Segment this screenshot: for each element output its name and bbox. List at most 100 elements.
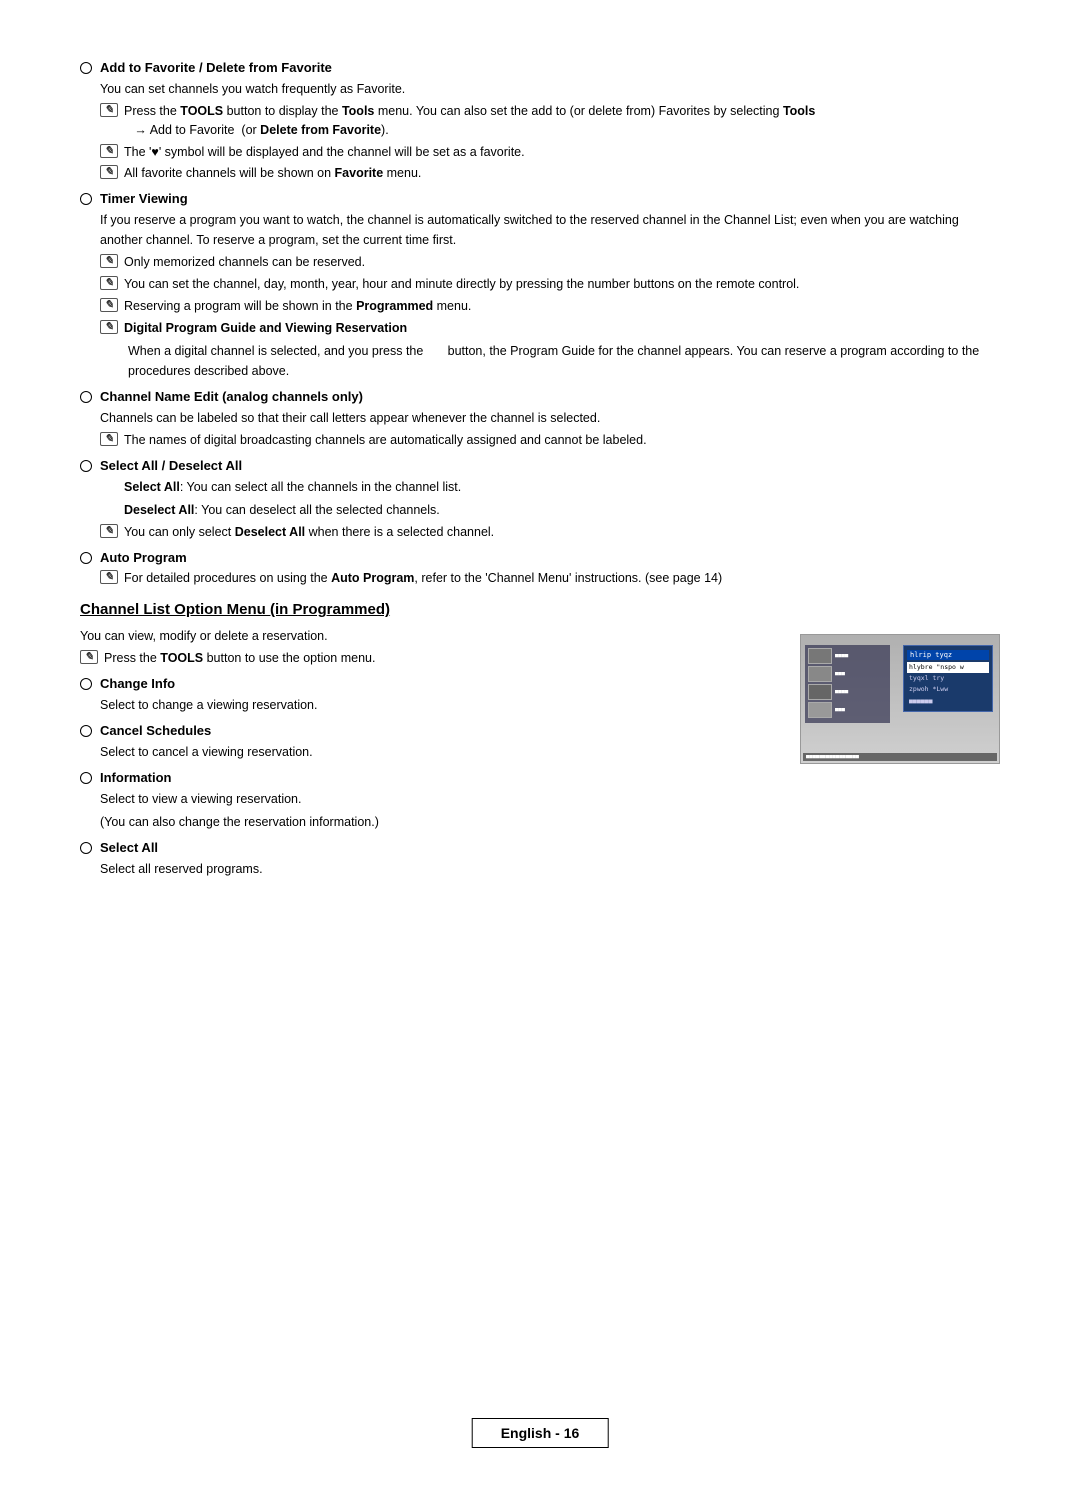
- tv-screenshot: ■■■■ ■■■ ■■■■: [800, 634, 1000, 764]
- add-favorite-note-1: ✎ The '♥' symbol will be displayed and t…: [100, 143, 1000, 162]
- lp-row-0: ■■■■: [808, 648, 887, 664]
- add-favorite-title: Add to Favorite / Delete from Favorite: [100, 60, 332, 75]
- channel-list-left: You can view, modify or delete a reserva…: [80, 626, 780, 887]
- note-icon-tv1: ✎: [100, 276, 118, 290]
- sub-cancel-schedules: Cancel Schedules Select to cancel a view…: [80, 723, 780, 762]
- footer-page-label: English - 16: [472, 1418, 609, 1448]
- lp-row-2: ■■■■: [808, 684, 887, 700]
- bullet-circle-icon-ap: [80, 552, 92, 564]
- bullet-circle-icon-ci: [80, 678, 92, 690]
- channel-list-tools-note: ✎ Press the TOOLS button to use the opti…: [80, 649, 780, 668]
- tools-icon: ✎: [100, 103, 118, 117]
- section-select-all: Select All / Deselect All Select All: Yo…: [80, 458, 1000, 542]
- note-icon-sa0: ✎: [100, 524, 118, 538]
- digital-guide-sub: ✎ Digital Program Guide and Viewing Rese…: [100, 319, 1000, 381]
- menu-item-3: ■■■■■■: [907, 696, 989, 707]
- section-add-favorite: Add to Favorite / Delete from Favorite Y…: [80, 60, 1000, 183]
- select-all-cl-body: Select all reserved programs.: [100, 859, 780, 879]
- information-body: Select to view a viewing reservation.: [100, 789, 780, 809]
- add-favorite-note-2-text: All favorite channels will be shown on F…: [124, 164, 421, 183]
- channel-list-two-col: You can view, modify or delete a reserva…: [80, 626, 1000, 887]
- sub-select-all-cl: Select All Select all reserved programs.: [80, 840, 780, 879]
- channel-list-intro: You can view, modify or delete a reserva…: [80, 626, 780, 646]
- ap-note-0-text: For detailed procedures on using the Aut…: [124, 569, 722, 588]
- lp-thumb-3: [808, 702, 832, 718]
- note-icon-cne0: ✎: [100, 432, 118, 446]
- sa-note-0-text: You can only select Deselect All when th…: [124, 523, 494, 542]
- timer-viewing-body: If you reserve a program you want to wat…: [100, 210, 1000, 250]
- section-timer-viewing: Timer Viewing If you reserve a program y…: [80, 191, 1000, 381]
- tv-screenshot-container: ■■■■ ■■■ ■■■■: [800, 626, 1000, 887]
- information-sub-body: (You can also change the reservation inf…: [100, 812, 780, 832]
- timer-note-1: ✎ You can set the channel, day, month, y…: [100, 275, 1000, 294]
- timer-note-1-text: You can set the channel, day, month, yea…: [124, 275, 799, 294]
- add-favorite-note-0: ✎ Press the TOOLS button to display the …: [100, 102, 1000, 140]
- digital-guide-title: Digital Program Guide and Viewing Reserv…: [124, 319, 407, 338]
- timer-viewing-title: Timer Viewing: [100, 191, 188, 206]
- cne-note-0-text: The names of digital broadcasting channe…: [124, 431, 647, 450]
- section-channel-list-option: Channel List Option Menu (in Programmed)…: [80, 601, 1000, 887]
- note-icon-tv2: ✎: [100, 298, 118, 312]
- note-icon-1: ✎: [100, 144, 118, 158]
- change-info-title: Change Info: [100, 676, 175, 691]
- note-icon-cl0: ✎: [80, 650, 98, 664]
- select-all-item-0: Select All: You can select all the chann…: [124, 477, 1000, 497]
- menu-item-0: hlybre "nspo w: [907, 662, 989, 673]
- menu-box: hlrip tyqz hlybre "nspo w tyqxl try zpwo…: [903, 645, 993, 711]
- timer-note-2: ✎ Reserving a program will be shown in t…: [100, 297, 1000, 316]
- channel-list-tools-note-text: Press the TOOLS button to use the option…: [104, 649, 375, 668]
- screen-bg: ■■■■ ■■■ ■■■■: [801, 635, 999, 763]
- lp-row-1: ■■■: [808, 666, 887, 682]
- menu-item-1: tyqxl try: [907, 673, 989, 684]
- sub-information: Information Select to view a viewing res…: [80, 770, 780, 832]
- add-favorite-body: You can set channels you watch frequentl…: [100, 79, 1000, 99]
- select-all-item-1: Deselect All: You can deselect all the s…: [124, 500, 1000, 520]
- digital-guide-body: When a digital channel is selected, and …: [128, 341, 1000, 381]
- lp-thumb-2: [808, 684, 832, 700]
- auto-program-title: Auto Program: [100, 550, 187, 565]
- lp-text-3: ■■■: [835, 707, 845, 713]
- add-favorite-note-1-text: The '♥' symbol will be displayed and the…: [124, 143, 525, 162]
- cancel-schedules-body: Select to cancel a viewing reservation.: [100, 742, 780, 762]
- bullet-circle-icon-info: [80, 772, 92, 784]
- add-favorite-note-2: ✎ All favorite channels will be shown on…: [100, 164, 1000, 183]
- timer-note-2-text: Reserving a program will be shown in the…: [124, 297, 471, 316]
- cancel-schedules-title: Cancel Schedules: [100, 723, 211, 738]
- note-icon-tv3: ✎: [100, 320, 118, 334]
- channel-name-edit-body: Channels can be labeled so that their ca…: [100, 408, 1000, 428]
- channel-name-edit-title: Channel Name Edit (analog channels only): [100, 389, 363, 404]
- bullet-circle-icon: [80, 62, 92, 74]
- menu-title: hlrip tyqz: [907, 650, 989, 660]
- lp-thumb-0: [808, 648, 832, 664]
- bullet-circle-icon-cs: [80, 725, 92, 737]
- select-all-cl-title: Select All: [100, 840, 158, 855]
- bullet-circle-icon-tv: [80, 193, 92, 205]
- note-icon-ap0: ✎: [100, 570, 118, 584]
- section-auto-program: Auto Program ✎ For detailed procedures o…: [80, 550, 1000, 588]
- timer-note-0-text: Only memorized channels can be reserved.: [124, 253, 365, 272]
- note-icon-tv0: ✎: [100, 254, 118, 268]
- ap-note-0: ✎ For detailed procedures on using the A…: [100, 569, 1000, 588]
- lp-thumb-1: [808, 666, 832, 682]
- change-info-body: Select to change a viewing reservation.: [100, 695, 780, 715]
- lp-text-0: ■■■■: [835, 653, 848, 659]
- lp-text-2: ■■■■: [835, 689, 848, 695]
- sa-note-0: ✎ You can only select Deselect All when …: [100, 523, 1000, 542]
- channel-list-heading: Channel List Option Menu (in Programmed): [80, 601, 1000, 618]
- left-panel: ■■■■ ■■■ ■■■■: [805, 645, 890, 723]
- section-channel-name-edit: Channel Name Edit (analog channels only)…: [80, 389, 1000, 450]
- bullet-circle-icon-sa: [80, 460, 92, 472]
- sub-change-info: Change Info Select to change a viewing r…: [80, 676, 780, 715]
- information-title: Information: [100, 770, 172, 785]
- screen-bottom-bar: ■■■■■■■■■■■■■■■■: [803, 753, 997, 761]
- menu-item-2: zpwoh *Lww: [907, 684, 989, 695]
- lp-row-3: ■■■: [808, 702, 887, 718]
- timer-note-0: ✎ Only memorized channels can be reserve…: [100, 253, 1000, 272]
- page-content: Add to Favorite / Delete from Favorite Y…: [0, 0, 1080, 977]
- digital-guide-title-line: ✎ Digital Program Guide and Viewing Rese…: [100, 319, 1000, 338]
- lp-text-1: ■■■: [835, 671, 845, 677]
- add-favorite-note-0-text: Press the TOOLS button to display the To…: [124, 102, 815, 140]
- select-all-title: Select All / Deselect All: [100, 458, 242, 473]
- note-icon-2: ✎: [100, 165, 118, 179]
- bullet-circle-icon-sacl: [80, 842, 92, 854]
